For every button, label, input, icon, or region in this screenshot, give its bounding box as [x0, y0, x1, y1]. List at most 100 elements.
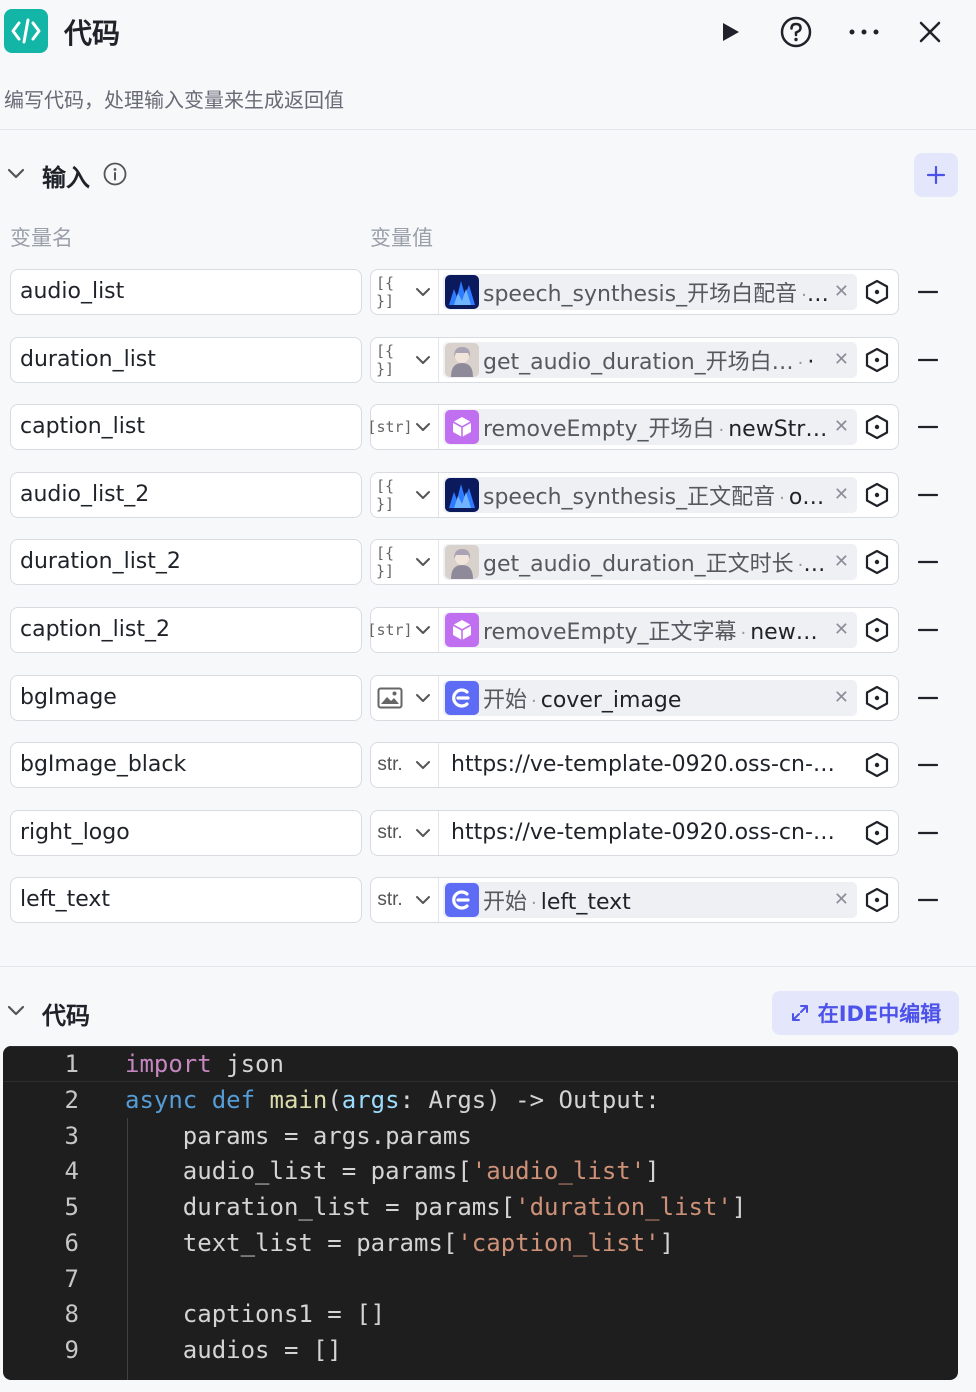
input-section-title: 输入 [42, 164, 90, 192]
chevron-down-icon [413, 890, 433, 910]
close-icon[interactable]: ✕ [834, 349, 849, 370]
chevron-down-icon[interactable] [4, 162, 28, 186]
chevron-down-icon [413, 485, 433, 505]
type-selector[interactable]: [{ }] [371, 338, 439, 382]
type-selector[interactable]: [{ }] [371, 473, 439, 517]
close-icon[interactable]: ✕ [834, 281, 849, 302]
variable-picker-icon[interactable] [864, 549, 890, 575]
variable-picker-icon[interactable] [864, 617, 890, 643]
variable-picker-icon[interactable] [864, 887, 890, 913]
code-line: duration_list = params['duration_list'] [125, 1193, 747, 1221]
variable-picker-icon[interactable] [864, 482, 890, 508]
remove-row-button[interactable] [917, 887, 939, 913]
chevron-down-icon [413, 282, 433, 302]
variable-picker-icon[interactable] [864, 414, 890, 440]
variable-name-input[interactable]: caption_list [10, 404, 362, 450]
chevron-down-icon[interactable] [4, 999, 28, 1023]
code-section-title: 代码 [42, 1002, 90, 1030]
variable-picker-icon[interactable] [864, 685, 890, 711]
remove-row-button[interactable] [917, 279, 939, 305]
variable-name-input[interactable]: duration_list [10, 337, 362, 383]
variable-picker-icon[interactable] [864, 347, 890, 373]
remove-row-button[interactable] [917, 617, 939, 643]
remove-row-button[interactable] [917, 414, 939, 440]
code-editor[interactable]: 1 2 3 4 5 6 7 8 9 import json async def main(arg… [3, 1046, 958, 1380]
variable-name-input[interactable]: audio_list [10, 269, 362, 315]
close-icon[interactable]: ✕ [834, 551, 849, 572]
object-type-icon: [{ }] [376, 477, 395, 513]
close-button[interactable] [912, 14, 948, 50]
edit-in-ide-button[interactable]: 在IDE中编辑 [772, 991, 959, 1035]
reference-text: speech_synthesis_开场白配音·o… [483, 276, 833, 308]
variable-value-field: str. https://ve-template-0920.oss-cn-sh… [370, 742, 899, 788]
input-row: duration_list [{ }] get_audio_duration_开… [0, 337, 976, 383]
type-selector[interactable]: [str] [367, 608, 439, 652]
variable-name-input[interactable]: left_text [10, 877, 362, 923]
variable-name-input[interactable]: bgImage [10, 675, 362, 721]
variable-reference-tag[interactable]: get_audio_duration_开场白… · · ✕ [443, 342, 857, 378]
code-line: async def main(args: Args) -> Output: [125, 1086, 660, 1114]
variable-reference-tag[interactable]: 开始 · left_text ✕ [443, 882, 857, 918]
remove-row-button[interactable] [917, 482, 939, 508]
add-input-button[interactable] [914, 153, 958, 197]
object-type-icon: [{ }] [376, 342, 395, 378]
remove-row-button[interactable] [917, 685, 939, 711]
literal-value-input[interactable]: https://ve-template-0920.oss-cn-sh… [451, 820, 843, 845]
variable-picker-icon[interactable] [864, 820, 890, 846]
remove-row-button[interactable] [917, 347, 939, 373]
more-button[interactable] [846, 14, 882, 50]
divider [0, 129, 976, 130]
variable-reference-tag[interactable]: removeEmpty_正文字幕 · new… ✕ [443, 612, 857, 648]
variable-name-input[interactable]: right_logo [10, 810, 362, 856]
cube-node-icon [445, 613, 479, 647]
remove-row-button[interactable] [917, 820, 939, 846]
type-selector[interactable] [371, 676, 439, 720]
remove-row-button[interactable] [917, 752, 939, 778]
close-icon[interactable]: ✕ [834, 687, 849, 708]
play-button[interactable] [712, 14, 748, 50]
reference-separator: · [531, 691, 537, 712]
remove-row-button[interactable] [917, 549, 939, 575]
edit-in-ide-label: 在IDE中编辑 [817, 1002, 942, 1026]
reference-node-name: speech_synthesis_正文配音 [483, 485, 776, 510]
literal-value-input[interactable]: https://ve-template-0920.oss-cn-sh… [451, 752, 843, 777]
variable-picker-icon[interactable] [864, 279, 890, 305]
variable-reference-tag[interactable]: get_audio_duration_正文时长·o… ✕ [443, 544, 857, 580]
variable-reference-tag[interactable]: speech_synthesis_正文配音 · o… ✕ [443, 477, 857, 513]
variable-reference-tag[interactable]: speech_synthesis_开场白配音·o… ✕ [443, 274, 857, 310]
column-header-name: 变量名 [10, 226, 73, 250]
type-selector[interactable]: str. [371, 878, 439, 922]
variable-name-input[interactable]: caption_list_2 [10, 607, 362, 653]
close-icon[interactable]: ✕ [834, 416, 849, 437]
help-button[interactable] [778, 14, 814, 50]
variable-value-field: str. https://ve-template-0920.oss-cn-sh… [370, 810, 899, 856]
type-selector[interactable]: [{ }] [371, 540, 439, 584]
variable-reference-tag[interactable]: 开始 · cover_image ✕ [443, 680, 857, 716]
type-selector[interactable]: [str] [367, 405, 439, 449]
variable-name-input[interactable]: duration_list_2 [10, 539, 362, 585]
variable-name-input[interactable]: bgImage_black [10, 742, 362, 788]
type-selector[interactable]: [{ }] [371, 270, 439, 314]
line-number: 2 [64, 1086, 79, 1114]
variable-picker-icon[interactable] [864, 752, 890, 778]
close-icon[interactable]: ✕ [834, 889, 849, 910]
reference-separator: · [779, 488, 785, 509]
reference-text: get_audio_duration_正文时长·o… [483, 546, 833, 578]
variable-name-input[interactable]: audio_list_2 [10, 472, 362, 518]
close-icon[interactable]: ✕ [834, 619, 849, 640]
code-line: import json [125, 1050, 284, 1078]
type-selector[interactable]: str. [371, 811, 439, 855]
input-row: caption_list_2 [str] removeEmpty_正文字幕 · ne… [0, 607, 976, 653]
reference-separator: · [801, 285, 807, 306]
code-line: audio_list = params['audio_list'] [125, 1157, 660, 1185]
variable-reference-tag[interactable]: removeEmpty_开场白 · newStr… ✕ [443, 409, 857, 445]
info-icon[interactable] [103, 162, 127, 186]
chevron-down-icon [413, 552, 433, 572]
input-row: right_logo str. https://ve-template-0920… [0, 810, 976, 856]
close-icon[interactable]: ✕ [834, 484, 849, 505]
variable-value-field: [{ }] get_audio_duration_正文时长·o… ✕ [370, 539, 899, 585]
string-type-icon: str. [377, 889, 403, 910]
image-type-icon [376, 685, 404, 711]
reference-field-name: · [807, 350, 815, 375]
type-selector[interactable]: str. [371, 743, 439, 787]
